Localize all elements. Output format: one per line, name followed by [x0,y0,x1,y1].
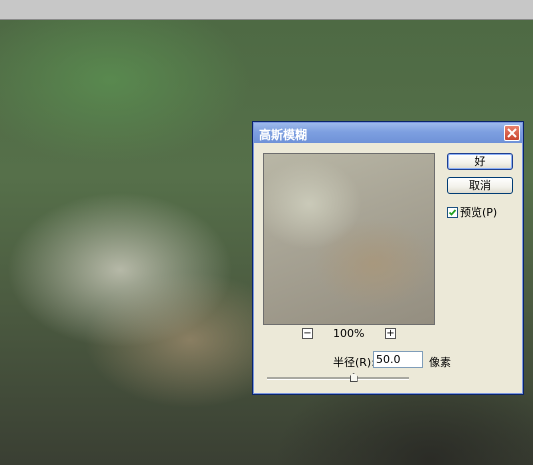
radius-unit: 像素 [429,356,451,369]
close-icon [507,128,517,138]
cancel-button[interactable]: 取消 [447,177,513,194]
gaussian-blur-dialog: 高斯模糊 − 100% + 好 取消 预览(P) 半径(R): 像素 [252,121,524,395]
ok-button[interactable]: 好 [447,153,513,170]
zoom-in-button[interactable]: + [385,328,396,339]
preview-area[interactable] [263,153,435,325]
zoom-out-button[interactable]: − [302,328,313,339]
app-top-strip [0,0,533,20]
preview-checkbox[interactable]: 预览(P) [447,204,497,220]
dialog-title-bar[interactable]: 高斯模糊 [254,123,522,143]
preview-checkbox-box[interactable] [447,206,458,218]
zoom-level: 100% [333,327,365,340]
radius-label: 半径(R): [333,356,375,369]
radius-slider-thumb[interactable] [349,373,358,382]
check-icon [448,208,457,216]
radius-slider-track[interactable] [267,377,409,380]
dialog-title: 高斯模糊 [259,128,308,142]
radius-input[interactable] [373,351,423,368]
close-button[interactable] [504,125,520,141]
preview-checkbox-label: 预览(P) [460,206,498,219]
